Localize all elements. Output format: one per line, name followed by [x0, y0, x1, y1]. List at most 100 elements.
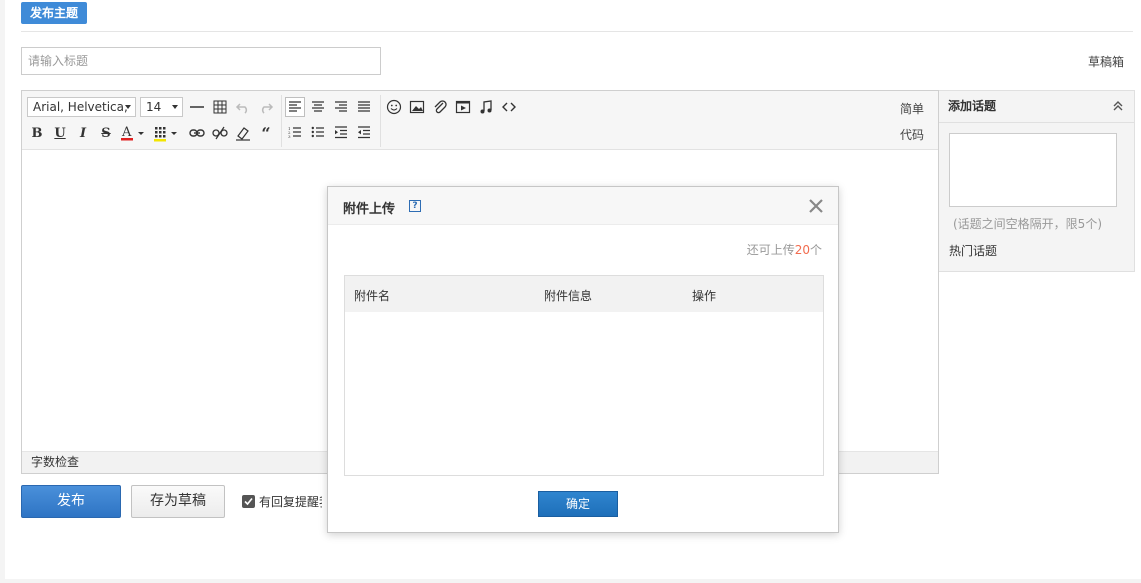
divider: [21, 31, 1133, 32]
reply-notify-label: 有回复提醒我: [259, 495, 322, 509]
horizontal-rule-button[interactable]: [187, 97, 207, 117]
code-toggle[interactable]: 代码: [900, 126, 924, 143]
remaining-uploads: 还可上传20个: [747, 241, 822, 258]
topic-panel-title: 添加话题: [948, 99, 997, 113]
topic-panel-header: 添加话题: [939, 91, 1134, 123]
attachment-upload-dialog: 附件上传 ? 还可上传20个 附件名 附件信息 操作 确定: [327, 186, 839, 533]
table-header: 附件名 附件信息 操作: [345, 276, 823, 312]
undo-icon: [235, 103, 248, 114]
post-topic-tab[interactable]: 发布主题: [21, 2, 88, 24]
smiley-icon: [386, 99, 402, 115]
font-color-button[interactable]: A: [119, 123, 147, 143]
close-icon[interactable]: [808, 198, 824, 214]
unlink-button[interactable]: [210, 123, 230, 143]
link-icon: [189, 129, 205, 137]
quote-icon: “: [261, 123, 271, 143]
remaining-count: 20: [794, 243, 810, 257]
underline-icon: U: [54, 125, 66, 141]
toolbar-separator: [281, 95, 282, 147]
align-right-icon: [335, 101, 347, 112]
confirm-button[interactable]: 确定: [538, 491, 618, 517]
code-brackets-icon: [502, 102, 516, 112]
font-size-value: 14: [146, 100, 162, 114]
dialog-header: 附件上传 ?: [328, 187, 838, 225]
outdent-button[interactable]: [354, 123, 374, 143]
bold-button[interactable]: B: [27, 123, 47, 143]
align-center-icon: [312, 101, 324, 112]
attachment-button[interactable]: [430, 97, 450, 117]
help-icon[interactable]: ?: [409, 200, 421, 212]
ordered-list-icon: 123: [288, 126, 301, 139]
svg-text:A: A: [121, 125, 132, 140]
column-header-filename: 附件名: [354, 289, 391, 303]
table-button[interactable]: [210, 97, 230, 117]
horizontal-rule-icon: [190, 106, 204, 108]
simple-mode-toggle[interactable]: 简单: [900, 100, 924, 117]
clear-format-button[interactable]: [233, 123, 253, 143]
remaining-suffix: 个: [809, 243, 822, 257]
font-family-select[interactable]: Arial, Helvetica,: [27, 97, 136, 117]
hot-topics-label: 热门话题: [949, 244, 998, 258]
redo-button[interactable]: [256, 97, 276, 117]
background-color-button[interactable]: [152, 123, 182, 143]
publish-button[interactable]: 发布: [21, 485, 121, 518]
bullet-list-icon: [311, 126, 324, 138]
image-button[interactable]: [407, 97, 427, 117]
table-icon: [213, 100, 227, 114]
topic-panel: 添加话题 (话题之间空格隔开，限5个) 热门话题: [939, 90, 1135, 272]
outdent-icon: [358, 126, 370, 139]
font-family-value: Arial, Helvetica,: [33, 100, 128, 114]
page: 发布主题 草稿箱 Arial, Helvetica, 14: [5, 0, 1141, 579]
video-icon: [455, 100, 471, 114]
reply-notify-option[interactable]: 有回复提醒我: [242, 493, 322, 510]
save-draft-button[interactable]: 存为草稿: [131, 485, 225, 518]
column-header-actions: 操作: [692, 289, 717, 303]
undo-button[interactable]: [233, 97, 253, 117]
emoji-button[interactable]: [384, 97, 404, 117]
align-right-button[interactable]: [331, 97, 351, 117]
editor-toolbar: Arial, Helvetica, 14 简单 B U I S A “ 1 2 …: [22, 91, 938, 150]
chevron-down-icon: [172, 105, 178, 109]
redo-icon: [261, 103, 274, 114]
double-chevron-up-icon[interactable]: [1112, 100, 1124, 112]
topic-input[interactable]: [949, 133, 1117, 207]
remaining-prefix: 还可上传: [746, 243, 795, 257]
ordered-list-button[interactable]: 123: [285, 123, 305, 143]
align-justify-icon: [358, 101, 370, 112]
link-button[interactable]: [187, 123, 207, 143]
italic-icon: I: [79, 125, 87, 141]
checkmark-icon: [244, 497, 253, 506]
quote-button[interactable]: “: [256, 123, 276, 143]
title-input[interactable]: [21, 47, 381, 75]
music-button[interactable]: [476, 97, 496, 117]
bullet-list-button[interactable]: [308, 123, 328, 143]
align-justify-button[interactable]: [354, 97, 374, 117]
font-size-select[interactable]: 14: [140, 97, 183, 117]
indent-button[interactable]: [331, 123, 351, 143]
strikethrough-button[interactable]: S: [96, 123, 116, 143]
underline-button[interactable]: U: [50, 123, 70, 143]
video-button[interactable]: [453, 97, 473, 117]
indent-icon: [335, 126, 347, 139]
topic-hint: (话题之间空格隔开，限5个): [953, 217, 1102, 231]
paperclip-icon: [434, 100, 447, 114]
music-note-icon: [480, 100, 492, 114]
checkbox[interactable]: [242, 495, 255, 508]
column-header-fileinfo: 附件信息: [544, 289, 593, 303]
source-code-button[interactable]: [499, 97, 519, 117]
drafts-link[interactable]: 草稿箱: [1088, 53, 1124, 70]
toolbar-separator: [380, 95, 381, 147]
svg-text:3: 3: [288, 134, 291, 139]
chevron-down-icon: [125, 105, 131, 109]
align-center-button[interactable]: [308, 97, 328, 117]
unlink-icon: [212, 126, 228, 140]
background-color-icon: [154, 127, 177, 142]
font-color-icon: A: [121, 125, 144, 141]
italic-button[interactable]: I: [73, 123, 93, 143]
image-icon: [409, 100, 425, 114]
align-left-icon: [289, 101, 301, 112]
strikethrough-icon: S: [101, 125, 111, 141]
bold-icon: B: [31, 125, 43, 141]
dialog-title: 附件上传: [343, 202, 396, 217]
align-left-button[interactable]: [285, 97, 305, 117]
